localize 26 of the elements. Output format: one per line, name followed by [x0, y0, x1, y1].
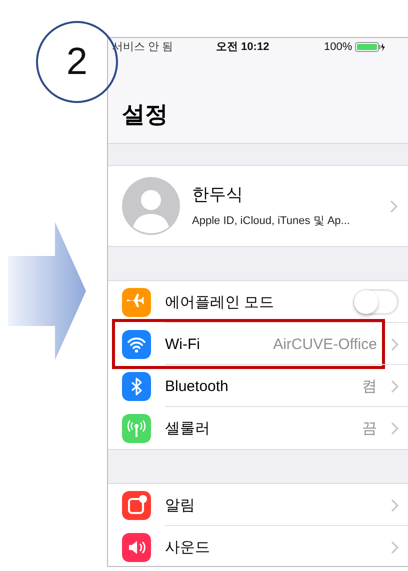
chevron-icon [390, 498, 398, 512]
setting-label: Wi-Fi [165, 336, 201, 352]
step-number: 2 [66, 40, 88, 84]
setting-label: 알림 [165, 496, 196, 514]
battery-percent: 100% [324, 40, 352, 52]
chevron-icon [390, 380, 398, 392]
toggle-switch[interactable] [353, 289, 399, 315]
setting-label: 에어플레인 모드 [165, 292, 276, 312]
profile-row[interactable]: 한두식 Apple ID, iCloud, iTunes 및 Ap... [108, 165, 408, 247]
battery-icon [355, 42, 386, 52]
arrow-icon [8, 222, 86, 360]
setting-label: 셀룰러 [165, 418, 211, 438]
setting-label: 사운드 [165, 538, 211, 556]
avatar-icon [122, 177, 180, 235]
chevron-icon [390, 200, 398, 212]
setting-value: 끔 [362, 418, 377, 438]
page-title: 설정 [122, 100, 168, 129]
profile-name: 한두식 [192, 184, 243, 206]
setting-value: 켬 [362, 376, 377, 396]
profile-subtitle: Apple ID, iCloud, iTunes 및 Ap... [192, 214, 350, 228]
setting-label: Bluetooth [165, 378, 230, 394]
setting-value: AirCUVE-Office [273, 336, 377, 352]
clock-time: 오전 10:12 [216, 40, 270, 54]
chevron-icon [390, 422, 398, 434]
chevron-icon [390, 540, 398, 554]
chevron-icon [390, 338, 398, 350]
